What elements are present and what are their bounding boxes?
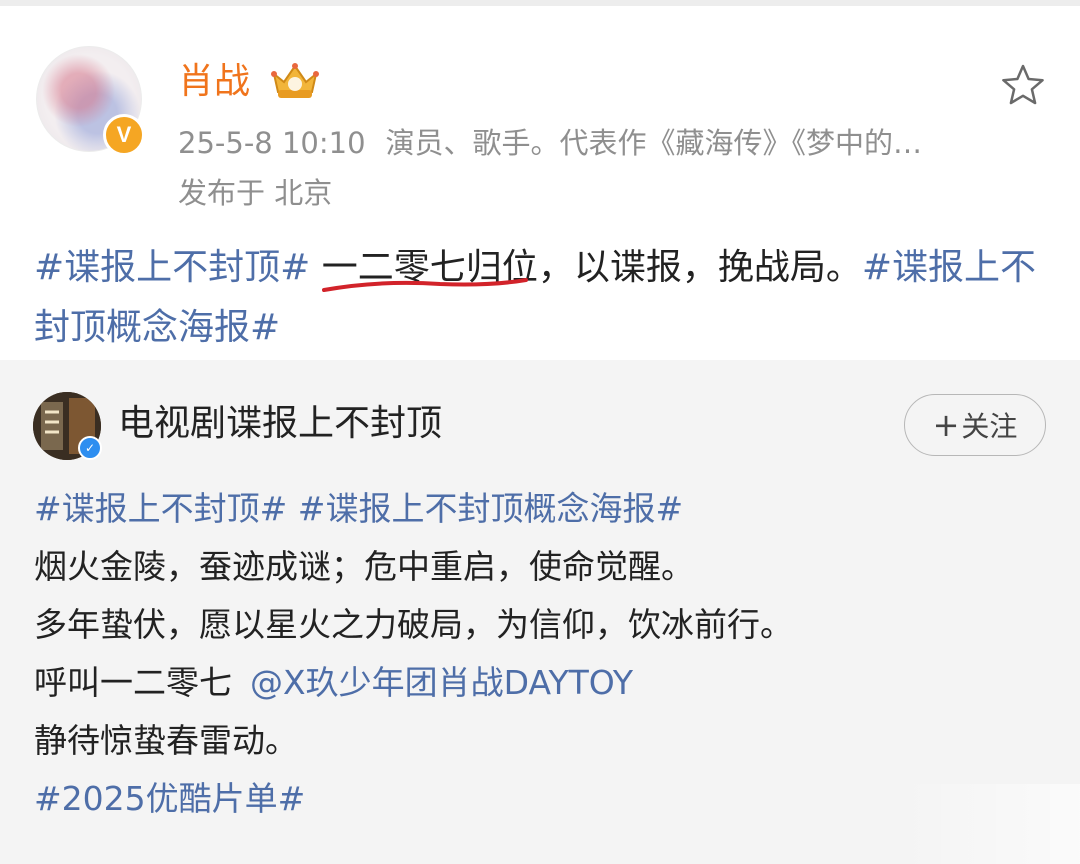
hashtag-link[interactable]: #2025优酷片单# bbox=[34, 770, 1044, 828]
hashtag-link[interactable]: #谍报上不封顶# bbox=[34, 247, 310, 288]
crown-level-icon[interactable] bbox=[268, 58, 322, 102]
quote-hashtags[interactable]: #谍报上不封顶# #谍报上不封顶概念海报# bbox=[34, 480, 1044, 538]
verified-blue-icon: ✓ bbox=[78, 436, 102, 460]
quote-line: 静待惊蛰春雷动。 bbox=[34, 721, 298, 760]
reposted-post[interactable]: ✓ 电视剧谍报上不封顶 + 关注 #谍报上不封顶# #谍报上不封顶概念海报# 烟火… bbox=[0, 360, 1080, 864]
star-favorite-icon[interactable] bbox=[1000, 62, 1046, 108]
weibo-post: V 肖战 25-5-8 10:10 演员、歌手。代表作《藏海传》《梦中的… 发布于… bbox=[0, 6, 1080, 360]
post-time: 25-5-8 10:10 bbox=[178, 126, 366, 160]
plus-icon: + bbox=[932, 406, 960, 444]
author-name[interactable]: 肖战 bbox=[178, 58, 250, 106]
post-content: #谍报上不封顶# 一二零七归位，以谍报，挽战局。#谍报上不封顶概念海报# bbox=[34, 238, 1054, 358]
quote-line: 烟火金陵，蚕迹成谜；危中重启，使命觉醒。 bbox=[34, 547, 694, 586]
mention-link[interactable]: @X玖少年团肖战DAYTOY bbox=[250, 663, 633, 702]
quote-line: 呼叫一二零七 @X玖少年团肖战DAYTOY bbox=[34, 654, 1044, 712]
quote-author-name[interactable]: 电视剧谍报上不封顶 bbox=[118, 398, 442, 450]
follow-label: 关注 bbox=[961, 410, 1018, 443]
quote-content: #谍报上不封顶# #谍报上不封顶概念海报# 烟火金陵，蚕迹成谜；危中重启，使命觉… bbox=[34, 480, 1044, 828]
watermark-fade bbox=[900, 784, 1080, 864]
follow-button[interactable]: + 关注 bbox=[904, 394, 1046, 456]
post-location: 发布于 北京 bbox=[178, 176, 333, 210]
quote-line-text: 呼叫一二零七 bbox=[34, 663, 232, 702]
post-meta: 25-5-8 10:10 演员、歌手。代表作《藏海传》《梦中的… bbox=[178, 120, 998, 166]
author-bio: 演员、歌手。代表作《藏海传》《梦中的… bbox=[385, 126, 923, 160]
red-underline-annotation bbox=[322, 278, 528, 292]
verified-gold-icon: V bbox=[103, 114, 145, 156]
quote-line: 多年蛰伏，愿以星火之力破局，为信仰，饮冰前行。 bbox=[34, 605, 793, 644]
